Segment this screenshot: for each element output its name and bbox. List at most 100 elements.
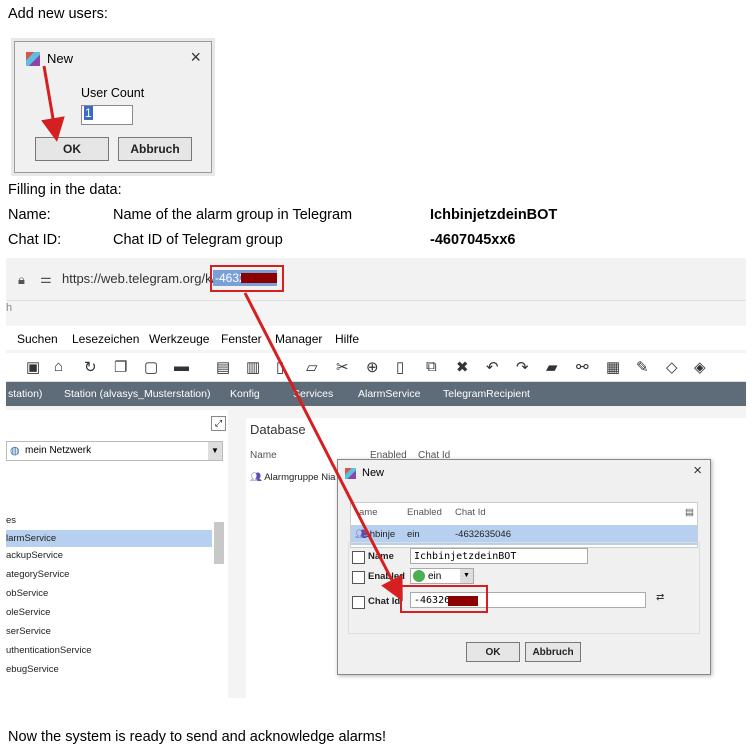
row-chatid-label: Chat ID: [8, 232, 62, 248]
home-icon[interactable]: ⌂ [54, 358, 63, 375]
redo-icon[interactable]: ↷ [516, 358, 529, 376]
nav-pane: ⤢ ◍ mein Netzwerk ▼ es larmService ackup… [6, 410, 228, 698]
camera-icon[interactable]: ▣ [26, 358, 40, 376]
pencil-icon[interactable]: ✎ [636, 358, 649, 376]
globe-icon: ◍ [10, 445, 20, 457]
scrollbar[interactable] [214, 522, 224, 564]
breadcrumb-item[interactable]: Konfig [230, 388, 260, 400]
filling-text: Filling in the data: [8, 182, 122, 198]
toolbar: ▣ ⌂ ↻ ❐ ▢ ▬ ▤ ▥ ▯ ▱ ✂ ⊕ ▯ ⧉ ✖ ↶ ↷ ▰ ⚯ ▦ … [6, 353, 746, 382]
convert-icon[interactable]: ⇄ [656, 592, 664, 603]
tag-icon[interactable]: ◇ [666, 358, 678, 376]
row-name-label: Name: [8, 207, 51, 223]
cancel-button[interactable]: Abbruch [525, 642, 581, 662]
menu-item-werkzeuge[interactable]: Werkzeuge [149, 332, 209, 346]
add-icon[interactable]: ⊕ [366, 358, 379, 376]
menu-item-lesezeichen[interactable]: Lesezeichen [72, 332, 139, 346]
breadcrumb-item[interactable]: station) [8, 388, 42, 400]
menu-item-manager[interactable]: Manager [275, 332, 322, 346]
row-chatid-desc: Chat ID of Telegram group [113, 232, 283, 248]
highlight-box [210, 265, 284, 292]
cut-icon[interactable]: ✂ [336, 358, 349, 376]
url-text[interactable]: https://web.telegram.org/k/# [62, 271, 222, 286]
duplicate-icon[interactable]: ⧉ [426, 358, 437, 375]
new-user-dialog: New × User Count 1 OK Abbruch [14, 41, 212, 173]
user-count-input[interactable]: 1 [81, 105, 133, 125]
name-label: Name [368, 551, 394, 562]
enabled-label: Enabled [368, 571, 405, 582]
col-header[interactable]: ame [359, 507, 377, 518]
tree-item[interactable]: ebugService [6, 664, 59, 675]
tree-item[interactable]: uthenticationService [6, 645, 92, 656]
dialog-title: New [47, 51, 74, 66]
breadcrumb-item[interactable]: TelegramRecipient [443, 388, 530, 400]
breadcrumb-item[interactable]: Services [293, 388, 333, 400]
row-chatid-value: -4607045xx6 [430, 232, 516, 248]
cancel-button[interactable]: Abbruch [118, 137, 192, 161]
field-icon [352, 571, 365, 584]
partial-text: h [6, 302, 13, 314]
close-icon[interactable]: × [190, 47, 201, 68]
status-dot-icon [413, 570, 425, 582]
tree-item[interactable]: serService [6, 626, 51, 637]
name-input[interactable]: IchbinjetzdeinBOT [410, 548, 588, 564]
dialog-title: New [362, 467, 385, 479]
tree-item-alarmservice[interactable]: larmService [6, 530, 212, 547]
menu-item-suchen[interactable]: Suchen [17, 332, 58, 346]
column-menu-icon[interactable]: ▤ [685, 507, 694, 518]
group-icon: 👥︎ [250, 472, 263, 483]
folder-icon[interactable]: ▬ [174, 358, 189, 375]
folder-open-icon[interactable]: ▰ [546, 358, 558, 376]
refresh-icon[interactable]: ↻ [84, 358, 97, 376]
highlight-box [400, 585, 488, 613]
site-settings-icon[interactable]: ⚌ [40, 271, 52, 287]
copy-icon[interactable]: ❐ [114, 358, 127, 376]
row-name-value: IchbinjetzdeinBOT [430, 207, 558, 223]
save-all-icon[interactable]: ▥ [246, 358, 260, 376]
expand-icon[interactable]: ⤢ [211, 416, 226, 431]
tree-item[interactable]: ategoryService [6, 569, 69, 580]
undo-icon[interactable]: ↶ [486, 358, 499, 376]
menu-item-fenster[interactable]: Fenster [221, 332, 262, 346]
network-select[interactable]: ◍ mein Netzwerk ▼ [6, 441, 223, 461]
ok-button[interactable]: OK [35, 137, 109, 161]
link-icon[interactable]: ⚯ [576, 358, 589, 376]
chevron-down-icon[interactable]: ▼ [208, 442, 222, 460]
user-count-label: User Count [81, 86, 145, 100]
col-header[interactable]: Chat Id [455, 507, 486, 518]
delete-icon[interactable]: ✖ [456, 358, 469, 376]
row-name-desc: Name of the alarm group in Telegram [113, 207, 353, 223]
grid-icon[interactable]: ▦ [606, 358, 620, 376]
window-icon[interactable]: ▢ [144, 358, 158, 376]
field-icon [352, 551, 365, 564]
chatid-label: Chat Id [368, 596, 401, 607]
breadcrumb-item[interactable]: AlarmService [358, 388, 420, 400]
tree-item[interactable]: es [6, 515, 16, 526]
col-header[interactable]: Name [250, 450, 277, 461]
address-bar[interactable]: 🔒︎ ⚌ https://web.telegram.org/k/# -4632 [6, 258, 746, 301]
close-icon[interactable]: × [693, 462, 702, 479]
table-row[interactable]: 👥︎ Alarmgruppe Nia [250, 472, 335, 483]
lock-icon: 🔒︎ [18, 272, 25, 287]
menu-bar: Suchen Lesezeichen Werkzeuge Fenster Man… [6, 326, 746, 350]
tree-item[interactable]: obService [6, 588, 48, 599]
tag-edit-icon[interactable]: ◈ [694, 358, 706, 376]
save-icon[interactable]: ▤ [216, 358, 230, 376]
database-title: Database [250, 422, 306, 437]
tree-item[interactable]: ackupService [6, 550, 63, 561]
edit-document-icon[interactable]: ▱ [306, 358, 318, 376]
document-icon[interactable]: ▯ [276, 358, 284, 376]
breadcrumb: station) Station (alvasys_Musterstation)… [6, 382, 746, 406]
clipboard-icon[interactable]: ▯ [396, 358, 404, 376]
breadcrumb-item[interactable]: Station (alvasys_Musterstation) [64, 388, 210, 400]
col-header[interactable]: Enabled [407, 507, 442, 518]
field-icon [352, 596, 365, 609]
app-logo-icon [345, 468, 356, 479]
chevron-down-icon[interactable]: ▼ [460, 569, 473, 583]
app-logo-icon [26, 52, 40, 66]
ok-button[interactable]: OK [466, 642, 520, 662]
intro-text: Add new users: [8, 6, 108, 22]
outro-text: Now the system is ready to send and ackn… [8, 729, 386, 745]
tree-item[interactable]: oleService [6, 607, 50, 618]
menu-item-hilfe[interactable]: Hilfe [335, 332, 359, 346]
